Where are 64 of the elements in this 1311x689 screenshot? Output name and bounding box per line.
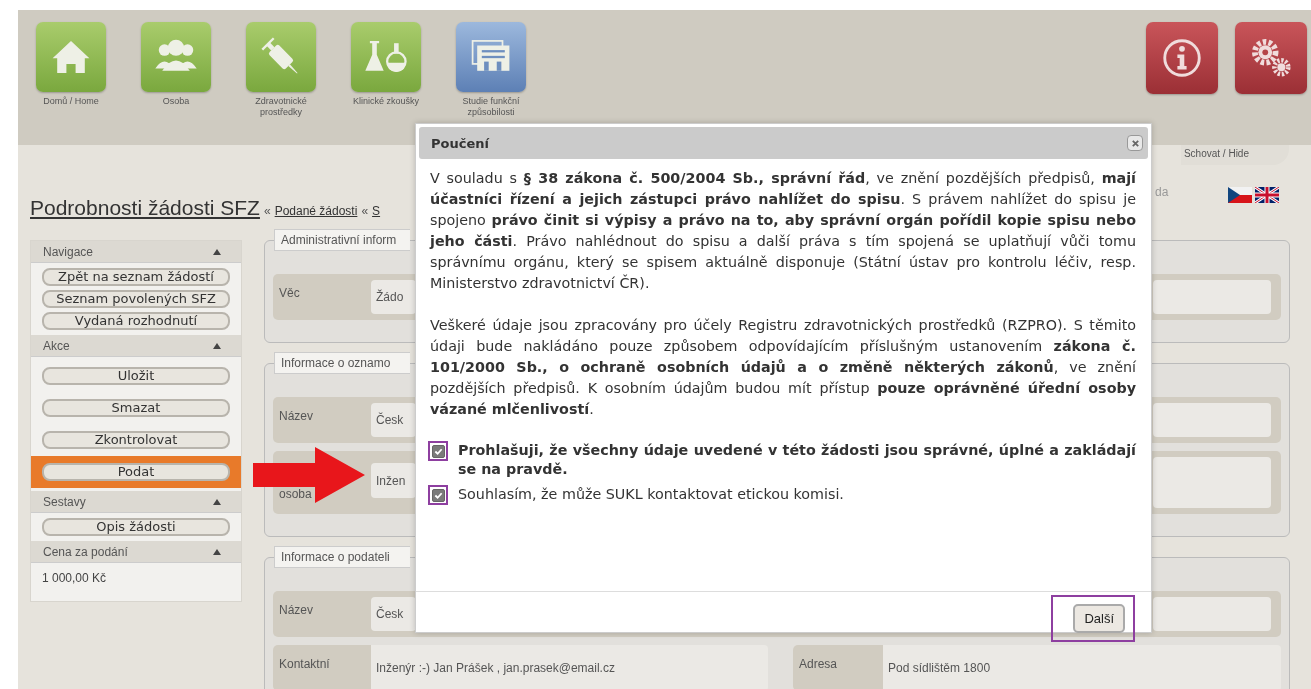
- nav-label[interactable]: Domů / Home: [43, 96, 99, 107]
- value-field[interactable]: [1153, 597, 1271, 631]
- close-icon[interactable]: [1127, 135, 1143, 151]
- notice-paragraph: Veškeré údaje jsou zpracovány pro účely Registru zdravotnických prostředků (RZPRO). S těmito údaji bude nakládáno pouze způsobem odpovídajícím příslušným ustanovením zákona č. 101/2000 Sb., o ochraně osobních údajů a o změně některých zákonů, ve znění pozdějších předpisů. K osobním údajům budou mít přístup pouze oprávněné úřední osoby vázané mlčenlivostí.: [430, 316, 1136, 419]
- page-title[interactable]: Podrobnosti žádosti SFZ: [30, 196, 260, 220]
- sidebar-section-header[interactable]: Akce: [31, 335, 241, 357]
- value-field[interactable]: Česk: [371, 403, 416, 437]
- collapse-icon[interactable]: [213, 498, 221, 505]
- value-field[interactable]: Česk: [371, 597, 416, 631]
- field-label: Název: [279, 603, 313, 617]
- section-title: Cena za podání: [43, 544, 128, 559]
- nav-label[interactable]: Osoba: [162, 96, 190, 107]
- value-field[interactable]: Inžen: [371, 463, 416, 498]
- section-legend: Informace o podateli: [274, 546, 410, 568]
- nav-label[interactable]: Studie funkční způsobilosti: [455, 96, 527, 118]
- sidebar-section-header[interactable]: Cena za podání: [31, 541, 241, 563]
- section-title: Sestavy: [43, 494, 86, 509]
- price-text: 1 000,00 Kč: [42, 571, 107, 585]
- field-label: Věc: [279, 286, 300, 300]
- action-button[interactable]: Smazat: [42, 399, 230, 417]
- collapse-icon[interactable]: [213, 548, 221, 555]
- value-field[interactable]: Pod sídlištěm 1800: [883, 645, 1281, 689]
- section-legend: Administrativní inform: [274, 229, 410, 251]
- breadcrumb-link[interactable]: Podané žádosti: [274, 204, 358, 218]
- action-button[interactable]: Podat: [42, 463, 230, 481]
- nav-button[interactable]: Zpět na seznam žádostí: [42, 268, 230, 286]
- nav-button[interactable]: Seznam povolených SFZ: [42, 290, 230, 308]
- settings-icon[interactable]: [1235, 22, 1307, 94]
- header-text: da: [1155, 185, 1169, 199]
- info-icon[interactable]: [1146, 22, 1218, 94]
- confirmation-text: Souhlasím, že může SUKL kontaktovat etickou komisi.: [458, 485, 845, 504]
- action-button[interactable]: Uložit: [42, 367, 230, 385]
- value-field[interactable]: [1153, 403, 1271, 437]
- next-button[interactable]: Další: [1073, 603, 1125, 633]
- field-label: Kontaktní: [273, 645, 371, 689]
- value-field[interactable]: Inženýr :-) Jan Prášek , jan.prasek@email.cz: [371, 645, 768, 689]
- section-title: Akce: [43, 338, 70, 353]
- notice-paragraph: V souladu s § 38 zákona č. 500/2004 Sb., správní řád, ve znění pozdějších předpisů, mají účastníci řízení a jejich zástupci právo nahlížet do spisu. S právem nahlížet do spisu je spojeno právo činit si výpisy a právo na to, aby správní orgán pořídil kopie spisu nebo jeho části. Právo nahlédnout do spisu a další práva s tím spojená se uplatňují vůči tomu správnímu orgánu, který se spisem aktuálně disponuje (Státní ústav pro kontrolu léčiv, resp. Ministerstvo zdravotnictví ČR).: [430, 169, 1136, 293]
- sidebar-section-header[interactable]: Sestavy: [31, 491, 241, 513]
- documents-icon[interactable]: [456, 22, 526, 92]
- collapse-icon[interactable]: [213, 248, 221, 255]
- collapse-icon[interactable]: [213, 342, 221, 349]
- field-label: osoba: [279, 487, 312, 501]
- dialog-title: Poučení: [431, 135, 489, 151]
- uk-flag-icon[interactable]: [1255, 187, 1279, 203]
- confirmation-text: Prohlašuji, že všechny údaje uvedené v této žádosti jsou správné, úplné a zakládají se na pravdě.: [458, 441, 1136, 479]
- value-field[interactable]: [1153, 457, 1271, 508]
- section-title: Navigace: [43, 244, 94, 259]
- action-button[interactable]: Zkontrolovat: [42, 431, 230, 449]
- field-label: Adresa: [793, 645, 883, 689]
- nav-label[interactable]: Klinické zkoušky: [353, 96, 419, 107]
- sidebar-section-header[interactable]: Navigace: [31, 241, 241, 263]
- czech-flag-icon[interactable]: [1228, 187, 1252, 203]
- value-field[interactable]: Žádo: [371, 280, 416, 314]
- nav-button[interactable]: Opis žádosti: [42, 518, 230, 536]
- value-field[interactable]: [1153, 280, 1271, 314]
- breadcrumb-separator: «: [263, 204, 271, 218]
- nav-button[interactable]: Vydaná rozhodnutí: [42, 312, 230, 330]
- section-legend: Informace o oznamo: [274, 352, 410, 374]
- nav-label[interactable]: Zdravotnické prostředky: [245, 96, 317, 118]
- breadcrumb-separator: «: [361, 204, 369, 218]
- hide-tab[interactable]: Schovat / Hide: [1180, 145, 1289, 165]
- field-label: Název: [279, 409, 313, 423]
- breadcrumb-link[interactable]: S: [372, 204, 381, 218]
